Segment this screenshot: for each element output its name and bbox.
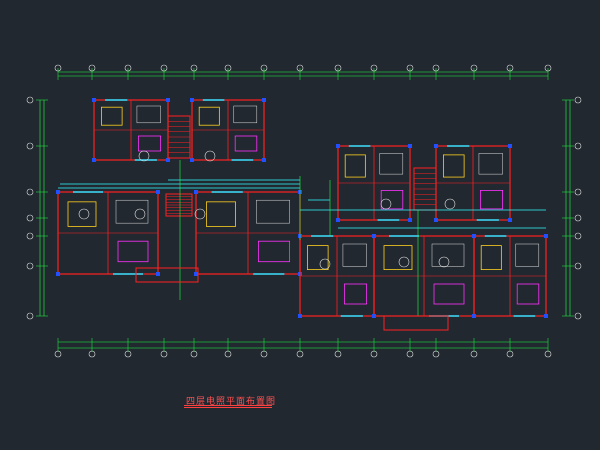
axis-bubble: [26, 214, 34, 222]
structural-column: [408, 218, 412, 222]
furniture-table: [256, 199, 290, 224]
elevator-left: [165, 193, 193, 217]
structural-column: [372, 234, 376, 238]
axis-bubble: [574, 312, 582, 320]
furniture-sofa: [516, 283, 540, 305]
axis-bubble: [574, 214, 582, 222]
structural-column: [190, 98, 194, 102]
structural-column: [166, 98, 170, 102]
structural-column: [472, 234, 476, 238]
furniture-sofa: [433, 283, 465, 305]
furniture-table: [233, 105, 258, 124]
unit-lower-right-b: [472, 234, 548, 318]
furniture-bed: [205, 201, 236, 227]
title-underline-1: [184, 405, 272, 406]
balcony-right: [383, 315, 449, 331]
furniture-bed: [306, 245, 329, 271]
furniture-bed: [383, 245, 413, 271]
furniture-bed: [67, 201, 97, 227]
furniture-bed: [344, 154, 366, 178]
axis-bubble: [26, 188, 34, 196]
structural-column: [156, 272, 160, 276]
room-tag: [380, 198, 392, 210]
unit-upper-left-b: [190, 98, 266, 162]
unit-lower-right-a: [298, 234, 376, 318]
building-plan: [56, 98, 548, 331]
structural-column: [508, 218, 512, 222]
structural-column: [434, 144, 438, 148]
stair-core-left: [167, 115, 191, 159]
furniture-bed: [480, 245, 502, 271]
axis-bubble: [26, 96, 34, 104]
structural-column: [508, 144, 512, 148]
unit-lower-left-b: [194, 190, 302, 276]
structural-column: [92, 98, 96, 102]
structural-column: [544, 234, 548, 238]
structural-column: [56, 190, 60, 194]
room-tag: [134, 208, 146, 220]
structural-column: [298, 314, 302, 318]
furniture-bed: [101, 106, 123, 126]
axis-bubble: [26, 262, 34, 270]
structural-column: [156, 190, 160, 194]
room-tag: [444, 198, 456, 210]
structural-column: [372, 314, 376, 318]
axis-bubble: [574, 188, 582, 196]
furniture-table: [431, 243, 465, 267]
furniture-table: [115, 199, 149, 224]
balcony-left: [135, 267, 199, 283]
furniture-table: [342, 243, 367, 267]
room-tag: [398, 256, 410, 268]
axis-bubble: [574, 262, 582, 270]
structural-column: [472, 314, 476, 318]
structural-column: [56, 272, 60, 276]
structural-column: [336, 218, 340, 222]
furniture-sofa: [380, 189, 404, 210]
furniture-sofa: [117, 240, 149, 263]
unit-lower-right-core: [372, 234, 476, 318]
axis-bubble: [26, 232, 34, 240]
structural-column: [262, 98, 266, 102]
axis-bubble: [574, 232, 582, 240]
title-underline-2: [184, 407, 272, 408]
axis-bubble: [26, 312, 34, 320]
stair-core-right: [413, 167, 437, 211]
structural-column: [434, 218, 438, 222]
axis-bubble: [574, 96, 582, 104]
furniture-sofa: [257, 240, 290, 263]
furniture-sofa: [137, 135, 161, 152]
axis-bubble: [574, 142, 582, 150]
furniture-bed: [198, 106, 220, 126]
axis-grid-bubbles: [26, 64, 582, 358]
furniture-table: [136, 105, 161, 124]
room-tag: [78, 208, 90, 220]
axis-bubble: [26, 142, 34, 150]
furniture-sofa: [343, 283, 367, 305]
furniture-sofa: [234, 135, 258, 152]
structural-column: [262, 158, 266, 162]
furniture-table: [379, 153, 404, 175]
structural-column: [336, 144, 340, 148]
structural-column: [194, 190, 198, 194]
furniture-bed: [442, 154, 465, 178]
structural-column: [166, 158, 170, 162]
room-tag: [438, 256, 450, 268]
furniture-table: [515, 243, 540, 267]
unit-upper-left-a: [92, 98, 170, 162]
structural-column: [92, 158, 96, 162]
structural-column: [194, 272, 198, 276]
floor-plan-drawing: [26, 64, 582, 358]
furniture-table: [478, 153, 503, 175]
furniture-sofa: [479, 189, 503, 210]
structural-column: [190, 158, 194, 162]
unit-lower-left-a: [56, 190, 160, 276]
structural-column: [408, 144, 412, 148]
structural-column: [544, 314, 548, 318]
